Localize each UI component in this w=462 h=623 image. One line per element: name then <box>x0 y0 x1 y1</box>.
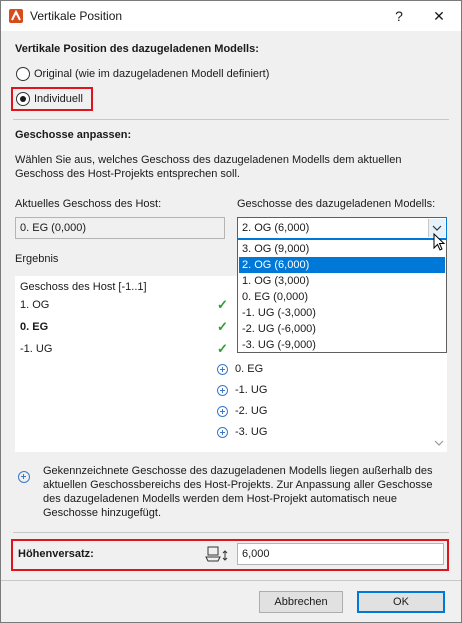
stories-description-line2: Geschoss des Host-Projekts entsprechen s… <box>15 168 240 180</box>
added-row-3: -2. UG <box>235 405 268 417</box>
info-line4: Geschosse hinzugefügt. <box>43 507 162 519</box>
host-row-2: 0. EG <box>20 321 49 333</box>
window-title: Vertikale Position <box>30 9 123 23</box>
dialog-window: Vertikale Position ? ✕ Vertikale Positio… <box>0 0 462 623</box>
cancel-button[interactable]: Abbrechen <box>259 591 343 613</box>
result-header: Geschoss des Host [-1..1] <box>20 281 147 293</box>
vertical-position-heading: Vertikale Position des dazugeladenen Mod… <box>15 43 259 55</box>
radio-individual[interactable] <box>16 92 30 106</box>
dropdown-option-selected[interactable]: 2. OG (6,000) <box>239 257 445 273</box>
scroll-down-icon[interactable] <box>431 436 447 450</box>
dropdown-option[interactable]: -3. UG (-9,000) <box>239 337 445 353</box>
dropdown-option[interactable]: -2. UG (-6,000) <box>239 321 445 337</box>
host-row-1: 1. OG <box>20 299 50 311</box>
check-icon: ✓ <box>217 319 228 334</box>
info-line1: Gekennzeichnete Geschosse des dazugelade… <box>43 465 433 477</box>
info-line2: aktuellen Geschossbereichs des Host-Proj… <box>43 479 433 491</box>
ok-button[interactable]: OK <box>357 591 445 613</box>
title-bar[interactable]: Vertikale Position ? ✕ <box>1 1 461 31</box>
plus-circle-icon <box>217 406 228 417</box>
linked-story-dropdown-list[interactable]: 3. OG (9,000) 2. OG (6,000) 1. OG (3,000… <box>237 239 447 353</box>
dropdown-option[interactable]: 3. OG (9,000) <box>239 241 445 257</box>
separator <box>13 532 449 533</box>
host-row-3: -1. UG <box>20 343 53 355</box>
separator <box>13 119 449 120</box>
radio-original-label[interactable]: Original (wie im dazugeladenen Modell de… <box>34 68 269 80</box>
mouse-cursor-icon <box>433 233 446 251</box>
plus-circle-icon <box>217 364 228 375</box>
added-row-1: 0. EG <box>235 363 264 375</box>
stories-description-line1: Wählen Sie aus, welches Geschoss des daz… <box>15 154 402 166</box>
help-button[interactable]: ? <box>385 4 413 28</box>
result-label: Ergebnis <box>15 253 59 265</box>
host-story-field: 0. EG (0,000) <box>15 217 225 239</box>
plus-circle-icon <box>18 471 30 483</box>
dropdown-option[interactable]: 1. OG (3,000) <box>239 273 445 289</box>
linked-story-select[interactable]: 2. OG (6,000) <box>237 217 447 239</box>
plus-circle-icon <box>217 427 228 438</box>
offset-input[interactable]: 6,000 <box>237 543 444 565</box>
host-story-label: Aktuelles Geschoss des Host: <box>15 198 162 210</box>
linked-story-value: 2. OG (6,000) <box>242 222 310 234</box>
check-icon: ✓ <box>217 297 228 312</box>
dropdown-option[interactable]: 0. EG (0,000) <box>239 289 445 305</box>
close-button[interactable]: ✕ <box>425 4 453 28</box>
radio-original[interactable] <box>16 67 30 81</box>
dropdown-option[interactable]: -1. UG (-3,000) <box>239 305 445 321</box>
plus-circle-icon <box>217 385 228 396</box>
separator <box>1 580 461 581</box>
radio-individual-label[interactable]: Individuell <box>34 93 83 105</box>
stories-heading: Geschosse anpassen: <box>15 129 132 141</box>
check-icon: ✓ <box>217 341 228 356</box>
info-line3: des dazugeladenen Modells werden dem Hos… <box>43 493 398 505</box>
added-row-4: -3. UG <box>235 426 268 438</box>
elevation-offset-icon <box>205 546 228 562</box>
offset-label: Höhenversatz: <box>18 548 94 560</box>
added-row-2: -1. UG <box>235 384 268 396</box>
info-text: Gekennzeichnete Geschosse des dazugelade… <box>43 464 433 520</box>
linked-story-label: Geschosse des dazugeladenen Modells: <box>237 198 436 210</box>
app-icon <box>9 9 23 23</box>
